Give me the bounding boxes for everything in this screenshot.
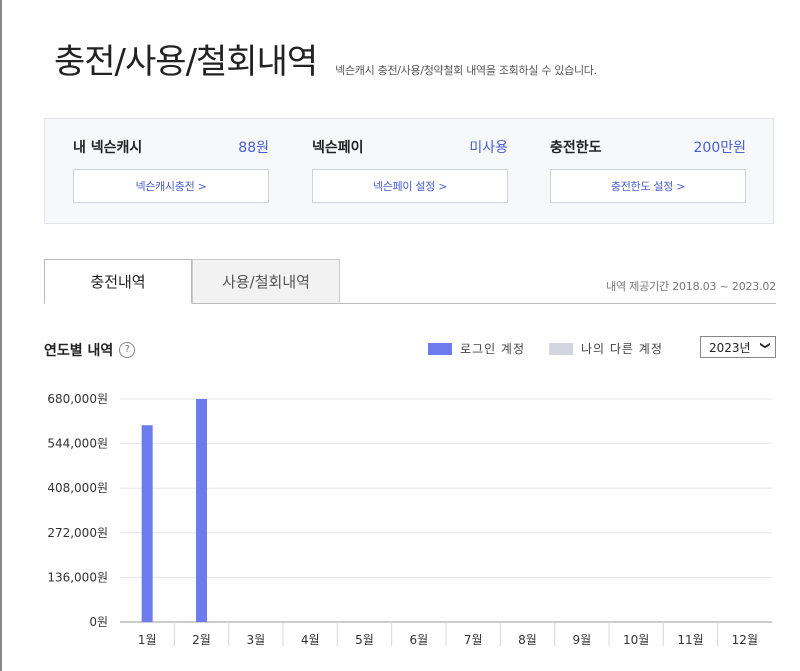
y-tick-label: 408,000원 [47, 481, 108, 495]
cash-charge-button[interactable]: 넥슨캐시충전 > [73, 169, 269, 203]
y-tick-label: 136,000원 [47, 570, 108, 584]
page-header: 충전/사용/철회내역 넥슨캐시 충전/사용/청약철회 내역을 조회하실 수 있습… [54, 40, 597, 84]
y-tick-label: 0원 [89, 615, 108, 629]
summary-panel: 내 넥슨캐시 88원 넥슨캐시충전 > 넥슨페이 미사용 넥슨페이 설정 > 충… [44, 118, 774, 224]
page-subtitle: 넥슨캐시 충전/사용/청약철회 내역을 조회하실 수 있습니다. [335, 64, 597, 77]
history-tabs: 사용/철회내역 충전내역 내역 제공기간 2018.03 ~ 2023.02 [44, 259, 776, 304]
chevron-down-icon: ❯ [759, 341, 771, 350]
limit-value: 200만원 [693, 140, 746, 156]
help-icon[interactable]: ? [119, 342, 136, 358]
legend-swatch-login [428, 342, 452, 355]
x-tick-label: 8월 [518, 633, 537, 647]
x-tick-label: 12월 [732, 633, 758, 647]
bar [141, 425, 153, 622]
x-tick-label: 9월 [572, 633, 591, 647]
x-tick-label: 5월 [355, 633, 374, 647]
x-tick-label: 6월 [409, 633, 428, 647]
y-tick-label: 272,000원 [47, 526, 108, 540]
pay-settings-button[interactable]: 넥슨페이 설정 > [312, 169, 508, 203]
x-tick-label: 7월 [464, 633, 483, 647]
limit-settings-button[interactable]: 충전한도 설정 > [550, 169, 746, 203]
legend-other-account: 나의 다른 계정 [549, 340, 663, 357]
pay-label: 넥슨페이 [312, 140, 364, 156]
page-title: 충전/사용/철회내역 [54, 42, 318, 82]
legend-swatch-other [549, 342, 573, 355]
pay-value: 미사용 [469, 140, 508, 156]
tab-charge-history[interactable]: 충전내역 [44, 259, 192, 304]
x-tick-label: 2월 [192, 633, 211, 647]
year-select-value: 2023년 [709, 340, 751, 355]
x-tick-label: 3월 [246, 633, 265, 647]
x-tick-label: 4월 [301, 633, 320, 647]
y-tick-label: 544,000원 [47, 437, 108, 451]
bar [196, 399, 207, 622]
legend-label-login: 로그인 계정 [460, 342, 526, 356]
legend-label-other: 나의 다른 계정 [581, 342, 663, 356]
year-select[interactable]: 2023년 ❯ [700, 336, 776, 358]
cash-label: 내 넥슨캐시 [73, 140, 143, 156]
monthly-bar-chart: 0원 136,000원 272,000원 408,000원 544,000원 680,00… [47, 392, 772, 647]
y-tick-label: 680,000원 [47, 392, 108, 406]
limit-label: 충전한도 [550, 140, 602, 156]
x-tick-label: 11월 [677, 633, 703, 647]
chart-section-title: 연도별 내역 ? [44, 340, 136, 360]
tab-usage-history[interactable]: 사용/철회내역 [192, 259, 340, 303]
history-period: 내역 제공기간 2018.03 ~ 2023.02 [606, 280, 776, 293]
legend-login-account: 로그인 계정 [428, 340, 525, 357]
x-tick-label: 1월 [138, 633, 157, 647]
x-tick-label: 10월 [623, 633, 649, 647]
chart-section-label: 연도별 내역 [44, 343, 114, 359]
cash-value: 88원 [238, 140, 269, 156]
